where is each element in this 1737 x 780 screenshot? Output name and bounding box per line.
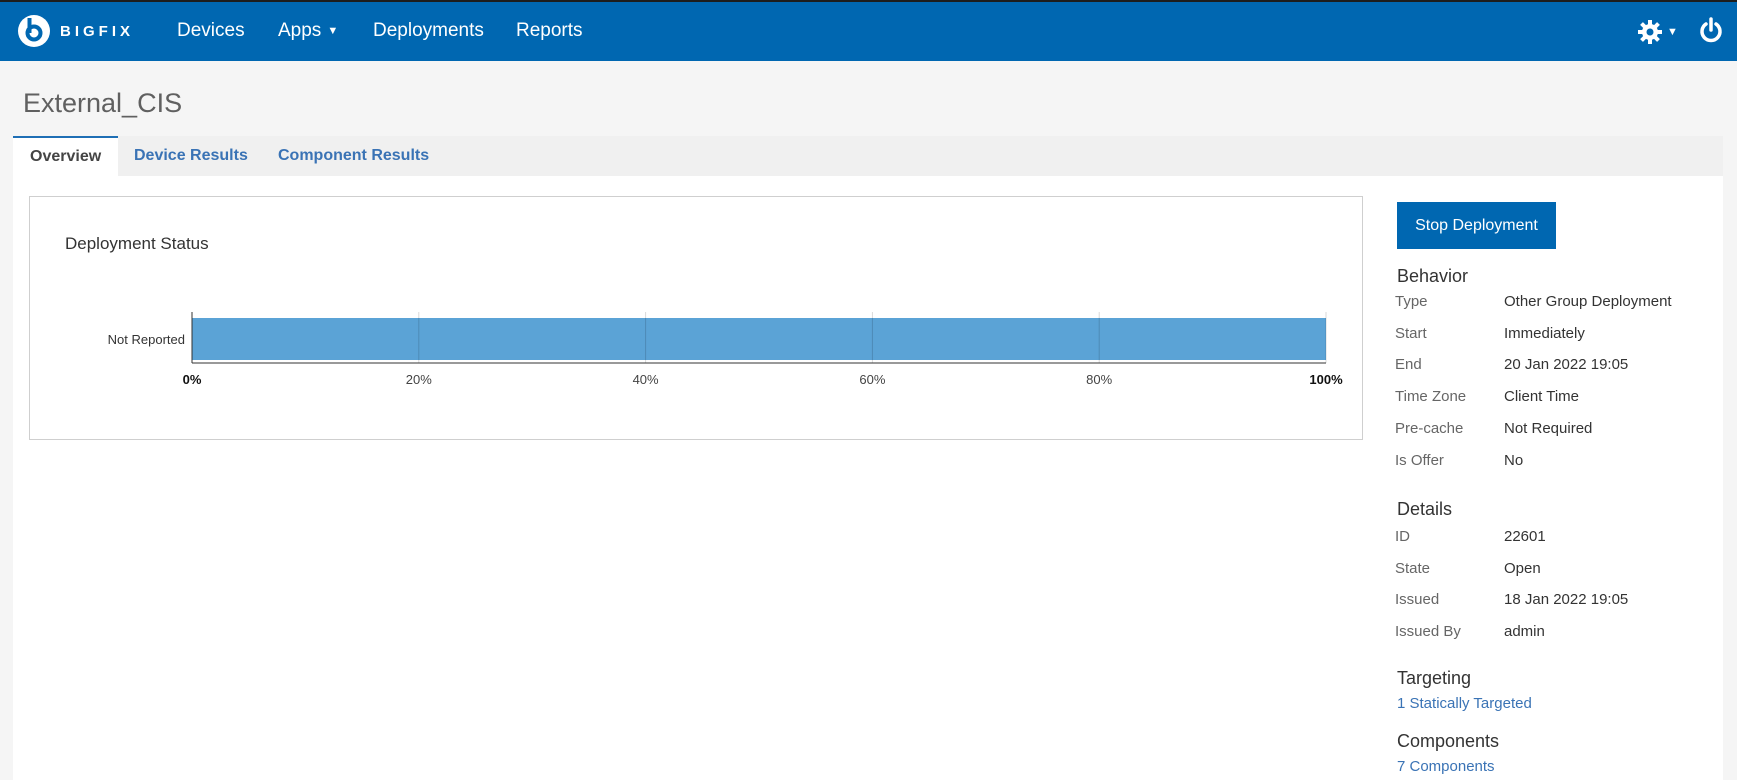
behavior-end-label: End [1395,356,1422,373]
nav-deployments-label: Deployments [373,20,484,41]
nav-apps-label: Apps [278,20,322,41]
settings-menu[interactable]: ▼ [1637,19,1678,45]
x-tick-label: 80% [1086,372,1112,387]
components-title: Components [1397,731,1500,751]
top-navbar: BIGFIX Devices Apps ▼ Deployments Reports [0,0,1737,61]
behavior-timezone-value: Client Time [1504,388,1580,405]
behavior-isoffer-value: No [1504,452,1524,469]
behavior-isoffer-label: Is Offer [1395,452,1444,469]
nav-reports[interactable]: Reports [516,20,583,42]
nav-devices-label: Devices [177,20,245,41]
gear-icon [1638,20,1662,44]
details-id-value: 22601 [1504,528,1546,545]
power-button[interactable] [1698,17,1724,50]
x-tick-label: 0% [183,372,202,387]
behavior-end-value: 20 Jan 2022 19:05 [1504,356,1629,373]
category-label: Not Reported [108,332,185,347]
tab-device-results[interactable]: Device Results [134,136,248,176]
nav-deployments[interactable]: Deployments [373,20,484,42]
details-issuedby-value: admin [1504,623,1545,640]
details-title: Details [1397,499,1453,519]
page-title: External_CIS [23,88,183,118]
behavior-type-label: Type [1395,293,1428,310]
details-issued-label: Issued [1395,591,1440,608]
tab-overview[interactable]: Overview [13,136,119,176]
behavior-timezone-label: Time Zone [1395,388,1467,405]
bigfix-logo[interactable]: BIGFIX [16,13,134,49]
bigfix-logo-icon [18,15,50,47]
details-issued-value: 18 Jan 2022 19:05 [1504,591,1629,608]
nav-apps[interactable]: Apps ▼ [278,20,338,42]
targeting-title: Targeting [1397,668,1472,688]
behavior-start-label: Start [1395,325,1427,342]
stop-deployment-button[interactable]: Stop Deployment [1397,202,1556,249]
behavior-precache-label: Pre-cache [1395,420,1464,437]
details-issuedby-label: Issued By [1395,623,1461,640]
chevron-down-icon: ▼ [1667,26,1678,38]
x-tick-label: 20% [406,372,432,387]
chart-bar [192,318,1326,360]
behavior-precache-value: Not Required [1504,420,1593,437]
details-state-value: Open [1504,560,1541,577]
x-tick-label: 40% [633,372,659,387]
chevron-down-icon: ▼ [327,24,339,37]
targeting-link[interactable]: 1 Statically Targeted [1397,695,1532,712]
components-link[interactable]: 7 Components [1397,758,1495,775]
tab-bar: Overview Device Results Component Result… [13,136,1723,176]
behavior-start-value: Immediately [1504,325,1585,342]
behavior-title: Behavior [1397,266,1469,286]
behavior-type-value: Other Group Deployment [1504,293,1672,310]
x-tick-label: 100% [1309,372,1343,387]
deployment-status-chart: Not Reported 0% 20% 40% 60% 80% 100% [108,312,1343,387]
power-icon [1700,17,1722,43]
brand-name: BIGFIX [60,22,135,40]
nav-reports-label: Reports [516,20,583,41]
details-id-label: ID [1395,528,1410,545]
x-tick-label: 60% [859,372,885,387]
tab-component-results[interactable]: Component Results [278,136,429,176]
nav-devices[interactable]: Devices [177,20,245,42]
details-state-label: State [1395,560,1431,577]
